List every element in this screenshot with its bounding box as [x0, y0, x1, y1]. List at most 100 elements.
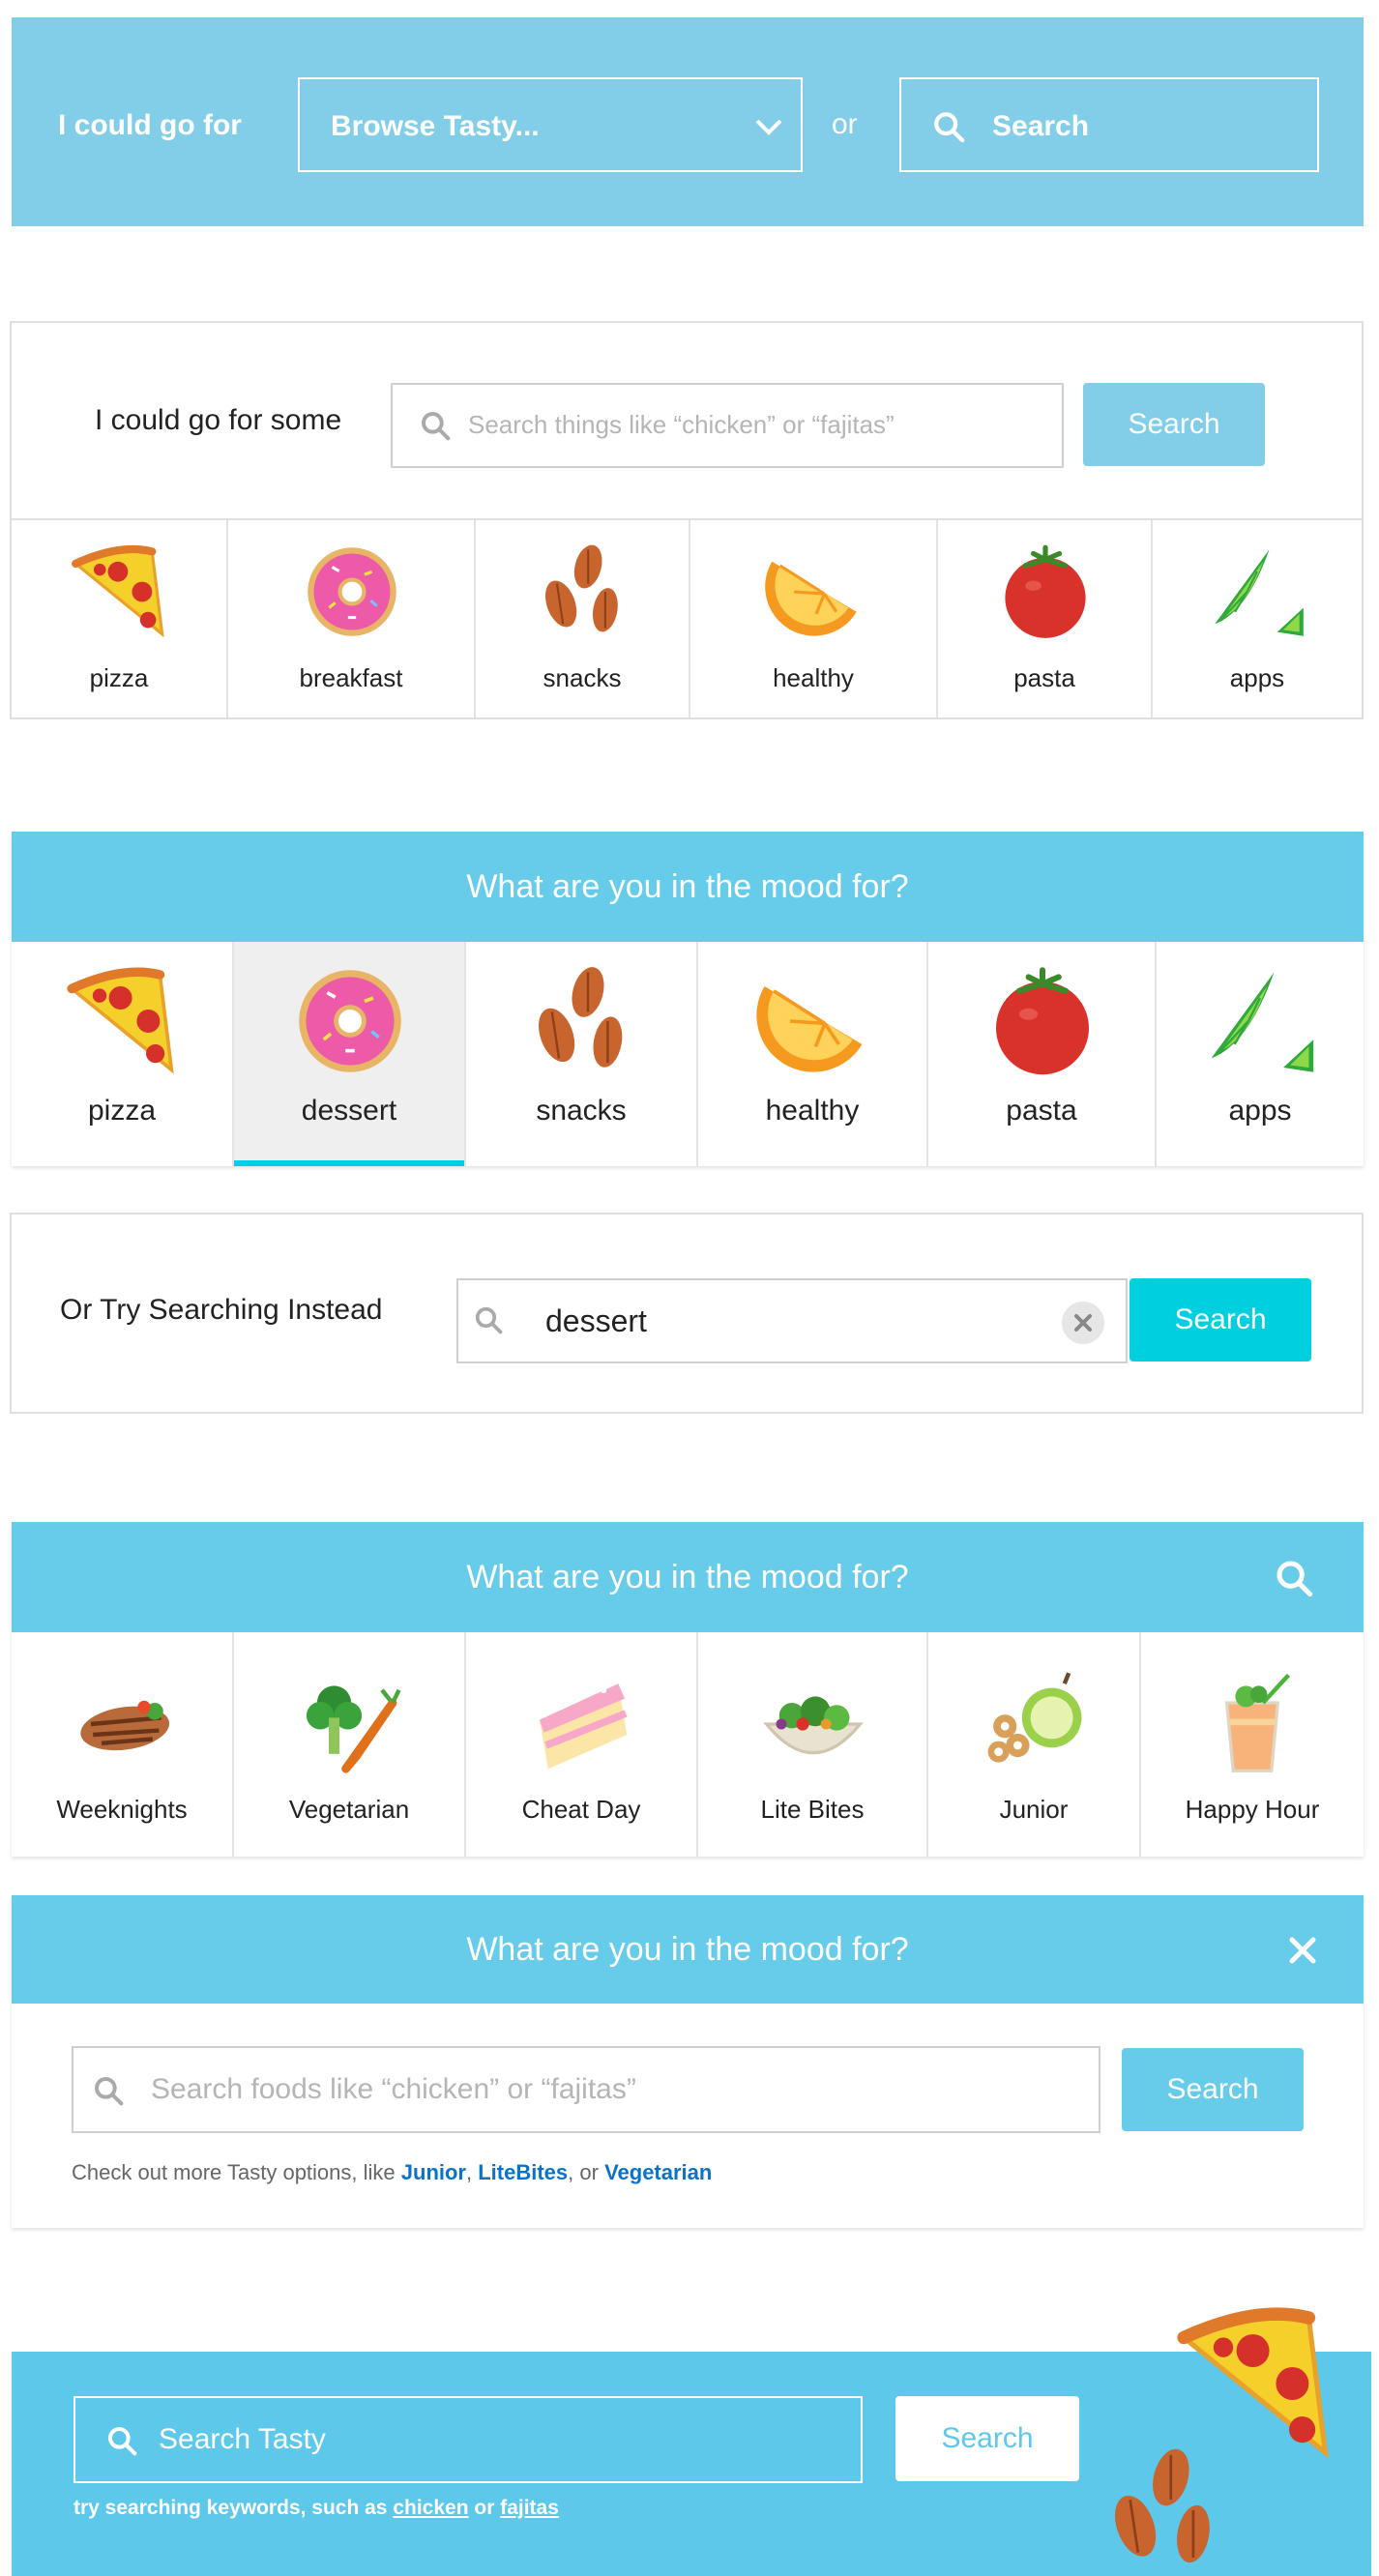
search-icon — [932, 110, 965, 143]
browse-dropdown-value: Browse Tasty... — [331, 110, 540, 142]
category-tile-pasta[interactable]: pasta — [928, 942, 1157, 1166]
link-litebites[interactable]: LiteBites — [478, 2160, 568, 2184]
category-tile-apps[interactable]: apps — [1157, 942, 1364, 1166]
category-tile-apps[interactable]: apps — [1153, 520, 1362, 717]
vegetables-icon — [297, 1671, 403, 1777]
go-for-label: I could go for — [58, 109, 242, 141]
clear-icon[interactable] — [1062, 1302, 1104, 1344]
mood-search-placeholder: Search foods like “chicken” or “fajitas” — [151, 2073, 636, 2105]
category-strip: pizza breakfast snacks healthy pasta apps — [12, 518, 1362, 717]
lime-icon — [1202, 963, 1318, 1079]
search-icon — [106, 2425, 137, 2456]
category-label: Happy Hour — [1185, 1795, 1320, 1824]
header-search-field[interactable]: Search — [899, 77, 1319, 172]
hint-comma: , — [466, 2160, 479, 2184]
search-card: I could go for some Search things like “… — [10, 321, 1364, 719]
mood-search-hint: Check out more Tasty options, like Junio… — [72, 2160, 712, 2185]
try-search-label: Or Try Searching Instead — [60, 1294, 383, 1326]
header-search-bar: I could go for Browse Tasty... or Search — [12, 17, 1364, 226]
category-label: pizza — [87, 1095, 157, 1127]
chevron-down-icon — [755, 119, 782, 135]
search-input[interactable]: Search things like “chicken” or “fajitas… — [391, 383, 1064, 468]
mood-panel-alt: What are you in the mood for? Weeknights… — [12, 1522, 1364, 1857]
donut-icon — [292, 963, 408, 1079]
keyword-fajitas[interactable]: fajitas — [500, 2497, 559, 2519]
category-tile-healthy[interactable]: healthy — [698, 942, 928, 1166]
category-label: Cheat Day — [521, 1795, 641, 1824]
category-label: healthy — [773, 663, 854, 692]
keyword-chicken[interactable]: chicken — [393, 2497, 468, 2519]
orange-icon — [755, 963, 871, 1079]
category-tile-breakfast[interactable]: breakfast — [228, 520, 476, 717]
category-label: Vegetarian — [288, 1795, 410, 1824]
category-tile-snacks[interactable]: snacks — [476, 520, 690, 717]
mood-panel-title: What are you in the mood for? — [12, 832, 1364, 942]
mood-search-panel: What are you in the mood for? Search foo… — [12, 1895, 1364, 2228]
lime-icon — [1207, 542, 1307, 642]
search-button[interactable]: Search — [1083, 383, 1265, 466]
category-label: Junior — [999, 1795, 1069, 1824]
footer-search-button[interactable]: Search — [895, 2396, 1079, 2481]
category-label: healthy — [765, 1095, 860, 1127]
category-tile-healthy[interactable]: healthy — [690, 520, 938, 717]
donut-icon — [302, 542, 402, 642]
try-search-value: dessert — [545, 1303, 647, 1338]
search-icon — [474, 1305, 503, 1334]
mood-search-button[interactable]: Search — [1122, 2048, 1304, 2131]
footer-hint-text: try searching keywords, such as — [73, 2497, 394, 2519]
try-search-button[interactable]: Search — [1130, 1278, 1311, 1361]
orange-icon — [764, 542, 865, 642]
cocktail-icon — [1199, 1671, 1306, 1777]
category-tile-pizza[interactable]: pizza — [12, 520, 228, 717]
category-tile-happy-hour[interactable]: Happy Hour — [1141, 1632, 1364, 1857]
category-label: pasta — [1006, 1095, 1077, 1127]
category-tile-pizza[interactable]: pizza — [12, 942, 234, 1166]
category-label: snacks — [543, 663, 622, 692]
category-tile-weeknights[interactable]: Weeknights — [12, 1632, 234, 1857]
category-tile-junior[interactable]: Junior — [928, 1632, 1141, 1857]
mood-search-panel-title: What are you in the mood for? — [12, 1895, 1364, 2004]
hint-text: Check out more Tasty options, like — [72, 2160, 401, 2184]
category-tile-dessert[interactable]: dessert — [234, 942, 466, 1166]
category-label: Lite Bites — [760, 1795, 865, 1824]
close-icon[interactable] — [1288, 1936, 1317, 1965]
or-label: or — [832, 108, 858, 140]
mood-alt-strip: Weeknights Vegetarian Cheat Day Lite Bites J… — [12, 1632, 1364, 1857]
mood-category-strip: pizza dessert snacks healthy pasta apps — [12, 942, 1364, 1166]
category-tile-snacks[interactable]: snacks — [466, 942, 698, 1166]
category-label: apps — [1229, 663, 1285, 692]
apple-cereal-icon — [982, 1671, 1088, 1777]
salad-icon — [760, 1671, 866, 1777]
almonds-icon — [533, 542, 633, 642]
category-tile-vegetarian[interactable]: Vegetarian — [234, 1632, 466, 1857]
hint-or: , or — [568, 2160, 605, 2184]
try-search-input[interactable]: dessert — [456, 1278, 1128, 1363]
category-label: pasta — [1013, 663, 1075, 692]
search-icon — [420, 410, 451, 441]
pizza-icon — [70, 542, 170, 642]
mood-search-input[interactable]: Search foods like “chicken” or “fajitas” — [72, 2046, 1100, 2133]
pizza-icon — [1174, 2301, 1338, 2466]
category-tile-lite-bites[interactable]: Lite Bites — [698, 1632, 928, 1857]
search-input-placeholder: Search things like “chicken” or “fajitas… — [468, 410, 895, 439]
tomato-icon — [984, 963, 1100, 1079]
category-tile-pasta[interactable]: pasta — [938, 520, 1153, 717]
almonds-icon — [524, 963, 640, 1079]
category-label: apps — [1228, 1095, 1292, 1127]
link-junior[interactable]: Junior — [401, 2160, 466, 2184]
link-vegetarian[interactable]: Vegetarian — [604, 2160, 712, 2184]
category-tile-cheat-day[interactable]: Cheat Day — [466, 1632, 698, 1857]
go-for-some-label: I could go for some — [95, 404, 342, 436]
pizza-icon — [65, 963, 181, 1079]
cake-icon — [529, 1671, 635, 1777]
footer-search-placeholder: Search Tasty — [159, 2423, 326, 2455]
mood-panel: What are you in the mood for? pizza desse… — [12, 832, 1364, 1166]
footer-hint-or: or — [468, 2497, 501, 2519]
browse-dropdown[interactable]: Browse Tasty... — [298, 77, 803, 172]
search-icon[interactable] — [1275, 1559, 1313, 1597]
almonds-icon — [1097, 2444, 1232, 2576]
category-label: breakfast — [299, 663, 403, 692]
selected-indicator — [234, 1160, 464, 1166]
footer-search-input[interactable]: Search Tasty — [73, 2396, 863, 2483]
category-label: Weeknights — [56, 1795, 188, 1824]
